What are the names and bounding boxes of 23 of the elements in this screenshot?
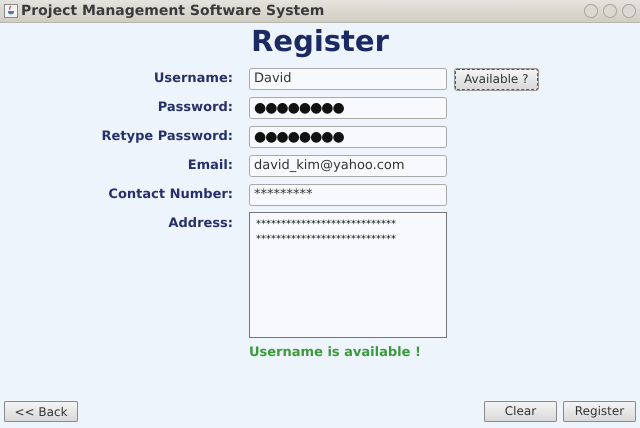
input-field[interactable]: ********* <box>249 184 447 206</box>
field-label: Username: <box>152 70 233 88</box>
field-label: Password: <box>156 99 233 117</box>
password-field[interactable]: ●●●●●●●● <box>249 126 447 148</box>
window-title: Project Management Software System <box>21 3 326 19</box>
field-label: Retype Password: <box>100 128 233 146</box>
action-button[interactable]: << Back <box>4 401 78 422</box>
action-button[interactable]: Register <box>563 400 636 422</box>
field-label: Email: <box>186 157 233 175</box>
maximize-button[interactable] <box>603 4 617 18</box>
input-field[interactable]: David <box>249 68 447 90</box>
action-button[interactable]: Clear <box>484 400 557 422</box>
status-message: Username is available ! <box>249 345 422 360</box>
availability-button[interactable]: Available ? <box>455 68 538 90</box>
form-heading: Register <box>250 23 390 60</box>
field-label: Contact Number: <box>107 186 233 204</box>
address-field[interactable]: **************************** **************************** <box>249 212 447 338</box>
input-field[interactable]: david_kim@yahoo.com <box>249 155 447 177</box>
app-icon <box>4 4 18 18</box>
field-label: Address: <box>167 215 233 233</box>
close-button[interactable] <box>622 4 636 18</box>
password-field[interactable]: ●●●●●●●● <box>249 97 447 119</box>
minimize-button[interactable] <box>584 4 598 18</box>
